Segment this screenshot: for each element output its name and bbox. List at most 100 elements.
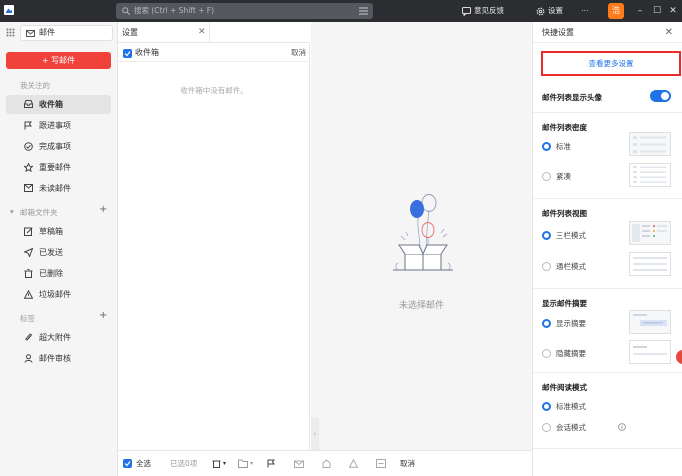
inbox-header-row: 收件箱 取消 bbox=[118, 44, 310, 62]
density-compact-thumbnail[interactable] bbox=[629, 163, 671, 187]
draft-icon bbox=[24, 227, 33, 236]
select-checkbox[interactable] bbox=[123, 49, 132, 58]
sidebar-item-mail-review[interactable]: 邮件审核 bbox=[6, 349, 111, 368]
density-title: 邮件列表密度 bbox=[542, 123, 587, 132]
toggle-knob bbox=[661, 92, 669, 100]
more-settings-button[interactable]: 查看更多设置 bbox=[541, 51, 681, 76]
radio-unselected bbox=[542, 423, 551, 432]
view-full-width-thumbnail[interactable] bbox=[629, 252, 671, 276]
reading-pane: 未选择邮件 bbox=[311, 22, 532, 450]
divider bbox=[533, 288, 682, 289]
delete-dropdown-icon[interactable]: ▾ bbox=[223, 451, 226, 476]
check-circle-icon bbox=[24, 142, 33, 151]
unread-mail-icon bbox=[24, 184, 33, 192]
feedback-button[interactable]: 意见反馈 bbox=[462, 0, 504, 22]
inbox-icon bbox=[24, 100, 33, 108]
add-folder-icon[interactable]: + bbox=[99, 204, 107, 215]
section-folders-toggle[interactable]: ▾ bbox=[10, 207, 14, 216]
list-preview-icon bbox=[633, 166, 666, 183]
sidebar-item-followup[interactable]: 跟进事项 bbox=[6, 116, 111, 135]
sidebar-item-deleted[interactable]: 已删除 bbox=[6, 264, 111, 283]
report-spam-icon[interactable] bbox=[349, 459, 358, 468]
radio-unselected bbox=[542, 349, 551, 358]
mail-icon bbox=[26, 30, 35, 37]
close-window-icon[interactable]: ✕ bbox=[666, 0, 680, 22]
view-title: 邮件列表视图 bbox=[542, 209, 587, 218]
radio-selected bbox=[542, 231, 551, 240]
divider bbox=[533, 448, 682, 449]
section-followed-label: 我关注的 bbox=[20, 81, 50, 90]
user-icon bbox=[24, 354, 33, 363]
three-pane-preview-icon bbox=[632, 224, 667, 242]
divider bbox=[533, 112, 682, 113]
minimize-icon[interactable]: – bbox=[633, 0, 647, 22]
move-folder-icon[interactable] bbox=[238, 459, 248, 468]
attachment-icon bbox=[25, 333, 32, 341]
star-icon bbox=[24, 163, 33, 172]
search-icon bbox=[122, 7, 130, 15]
mark-read-icon[interactable] bbox=[294, 459, 304, 468]
search-input[interactable]: 搜索 (Ctrl + Shift + F) bbox=[116, 3, 373, 19]
select-all-label[interactable]: 全选 bbox=[136, 451, 151, 476]
empty-list-message: 收件箱中没有邮件。 bbox=[180, 86, 248, 95]
sidebar-item-important[interactable]: 重要邮件 bbox=[6, 158, 111, 177]
summary-title: 显示邮件摘要 bbox=[542, 299, 587, 308]
mail-module-tab[interactable]: 邮件 bbox=[20, 25, 113, 41]
sidebar-item-spam[interactable]: 垃圾邮件 bbox=[6, 285, 111, 304]
radio-unselected bbox=[542, 262, 551, 271]
sidebar-item-unread[interactable]: 未读邮件 bbox=[6, 179, 111, 198]
density-standard-thumbnail[interactable] bbox=[629, 132, 671, 156]
title-bar: 搜索 (Ctrl + Shift + F) 意见反馈 设置 ⋯ 浩 – ☐ ✕ bbox=[0, 0, 682, 22]
flag-icon bbox=[24, 121, 32, 130]
user-avatar[interactable]: 浩 bbox=[608, 3, 624, 19]
delete-icon[interactable] bbox=[212, 459, 221, 468]
apps-grid-icon[interactable] bbox=[6, 28, 15, 37]
sidebar-item-large-attachments[interactable]: 超大附件 bbox=[6, 328, 111, 347]
sidebar-item-drafts[interactable]: 草稿箱 bbox=[6, 222, 111, 241]
select-all-checkbox[interactable] bbox=[123, 459, 132, 468]
tab-close-icon[interactable]: ✕ bbox=[198, 22, 206, 43]
add-tag-icon[interactable]: + bbox=[99, 310, 107, 321]
show-avatar-label: 邮件列表显示头像 bbox=[542, 93, 602, 102]
collapse-pane-handle[interactable]: › bbox=[311, 418, 319, 450]
summary-hide-thumbnail[interactable] bbox=[629, 340, 671, 364]
flag-icon[interactable] bbox=[267, 459, 275, 468]
maximize-icon[interactable]: ☐ bbox=[650, 0, 664, 22]
cancel-selection-button[interactable]: 取消 bbox=[291, 44, 306, 62]
divider bbox=[533, 198, 682, 199]
inbox-label: 收件箱 bbox=[135, 48, 159, 57]
radio-selected bbox=[542, 142, 551, 151]
more-options-icon[interactable]: ⋯ bbox=[581, 0, 589, 22]
full-width-preview-icon bbox=[633, 257, 667, 271]
tab-settings[interactable]: 设置 bbox=[118, 22, 210, 43]
sidebar-item-done[interactable]: 完成事项 bbox=[6, 137, 111, 156]
forward-icon[interactable] bbox=[376, 459, 386, 468]
compose-button[interactable]: + 写邮件 bbox=[6, 52, 111, 69]
section-folders-label: 邮箱文件夹 bbox=[20, 208, 58, 217]
settings-button[interactable]: 设置 bbox=[536, 0, 563, 22]
summary-show-thumbnail[interactable] bbox=[629, 310, 671, 334]
radio-selected bbox=[542, 319, 551, 328]
reading-mode-title: 邮件阅读模式 bbox=[542, 383, 587, 392]
no-summary-preview-icon bbox=[633, 346, 667, 355]
menu-icon[interactable] bbox=[359, 7, 368, 15]
quick-settings-header: 快捷设置 ✕ bbox=[533, 22, 682, 43]
sidebar-item-sent[interactable]: 已发送 bbox=[6, 243, 111, 262]
archive-icon[interactable] bbox=[322, 459, 331, 468]
summary-preview-icon bbox=[633, 314, 667, 326]
quick-settings-title: 快捷设置 bbox=[542, 28, 574, 37]
info-icon[interactable] bbox=[618, 423, 626, 431]
gear-icon bbox=[536, 7, 545, 15]
sidebar-item-inbox[interactable]: 收件箱 bbox=[6, 95, 111, 114]
send-icon bbox=[24, 248, 33, 257]
show-avatar-toggle[interactable] bbox=[650, 90, 671, 102]
empty-mailbox-illustration-icon bbox=[393, 194, 453, 271]
selected-count: 已选0项 bbox=[170, 459, 198, 468]
view-three-pane-thumbnail[interactable] bbox=[629, 221, 671, 245]
trash-icon bbox=[24, 269, 33, 278]
cancel-button[interactable]: 取消 bbox=[400, 451, 415, 476]
move-dropdown-icon[interactable]: ▾ bbox=[250, 451, 253, 476]
feedback-icon bbox=[462, 6, 471, 17]
warning-icon bbox=[24, 290, 33, 299]
close-settings-icon[interactable]: ✕ bbox=[665, 22, 673, 43]
